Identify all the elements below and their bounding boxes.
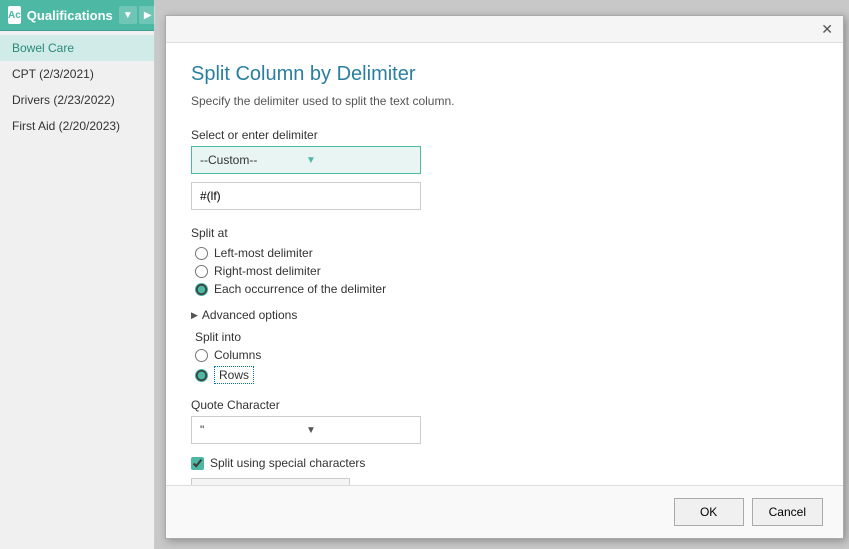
radio-each-occurrence-label: Each occurrence of the delimiter — [214, 282, 386, 296]
advanced-options-header[interactable]: ▶ Advanced options — [191, 308, 818, 322]
sidebar-item-bowel-care[interactable]: Bowel Care — [0, 35, 154, 61]
quote-character-dropdown[interactable]: " ▼ — [191, 416, 421, 444]
ok-button[interactable]: OK — [674, 498, 744, 526]
qualifications-icon: Ac — [8, 6, 21, 24]
custom-delimiter-input[interactable] — [191, 182, 421, 210]
dialog-subtitle: Specify the delimiter used to split the … — [191, 94, 818, 108]
insert-special-character-button[interactable]: Insert special character ▼ — [191, 478, 350, 485]
dialog-title: Split Column by Delimiter — [191, 63, 818, 86]
sidebar-header: Ac Qualifications ▼ ▶ — [0, 0, 154, 31]
dialog-body: Split Column by Delimiter Specify the de… — [166, 43, 843, 485]
radio-each-occurrence-input[interactable] — [195, 283, 208, 296]
sidebar-title: Qualifications — [27, 8, 113, 23]
radio-columns-label: Columns — [214, 348, 261, 362]
delimiter-value: --Custom-- — [200, 153, 306, 167]
quote-character-section: Quote Character " ▼ — [191, 398, 818, 444]
quote-character-label: Quote Character — [191, 398, 818, 412]
radio-rightmost[interactable]: Right-most delimiter — [195, 264, 818, 278]
split-column-dialog: ✕ Split Column by Delimiter Specify the … — [165, 15, 844, 539]
quote-arrow-icon: ▼ — [306, 425, 412, 436]
sidebar-item-drivers[interactable]: Drivers (2/23/2022) — [0, 87, 154, 113]
sidebar-item-cpt[interactable]: CPT (2/3/2021) — [0, 61, 154, 87]
sidebar-items: Bowel Care CPT (2/3/2021) Drivers (2/23/… — [0, 31, 154, 549]
delimiter-label: Select or enter delimiter — [191, 128, 818, 142]
delimiter-dropdown[interactable]: --Custom-- ▼ — [191, 146, 421, 174]
radio-rows-label: Rows — [214, 366, 254, 384]
radio-leftmost[interactable]: Left-most delimiter — [195, 246, 818, 260]
special-characters-checkbox[interactable] — [191, 457, 204, 470]
split-at-radio-group: Left-most delimiter Right-most delimiter… — [195, 246, 818, 296]
dialog-close-button[interactable]: ✕ — [817, 20, 837, 38]
delimiter-arrow-icon: ▼ — [306, 155, 412, 166]
advanced-options-label: Advanced options — [202, 308, 297, 322]
main-area: ✕ Split Column by Delimiter Specify the … — [155, 0, 849, 549]
split-at-label: Split at — [191, 226, 818, 240]
radio-rightmost-input[interactable] — [195, 265, 208, 278]
dialog-footer: OK Cancel — [166, 485, 843, 538]
cancel-button[interactable]: Cancel — [752, 498, 823, 526]
radio-columns[interactable]: Columns — [195, 348, 818, 362]
split-into-radio-group: Columns Rows — [195, 348, 818, 384]
advanced-arrow-icon: ▶ — [191, 310, 198, 321]
radio-leftmost-input[interactable] — [195, 247, 208, 260]
radio-each-occurrence[interactable]: Each occurrence of the delimiter — [195, 282, 818, 296]
radio-rows-input[interactable] — [195, 369, 208, 382]
radio-columns-input[interactable] — [195, 349, 208, 362]
split-into-label: Split into — [195, 330, 818, 344]
sidebar-header-controls: ▼ ▶ — [119, 6, 157, 24]
radio-leftmost-label: Left-most delimiter — [214, 246, 313, 260]
special-characters-checkbox-row[interactable]: Split using special characters — [191, 456, 818, 470]
radio-rows[interactable]: Rows — [195, 366, 818, 384]
radio-rightmost-label: Right-most delimiter — [214, 264, 321, 278]
sidebar: Ac Qualifications ▼ ▶ Bowel Care CPT (2/… — [0, 0, 155, 549]
sidebar-item-first-aid[interactable]: First Aid (2/20/2023) — [0, 113, 154, 139]
dialog-titlebar: ✕ — [166, 16, 843, 43]
special-characters-label: Split using special characters — [210, 456, 365, 470]
sidebar-collapse-btn[interactable]: ▼ — [119, 6, 137, 24]
quote-character-value: " — [200, 423, 306, 437]
icon-text: Ac — [8, 10, 21, 21]
